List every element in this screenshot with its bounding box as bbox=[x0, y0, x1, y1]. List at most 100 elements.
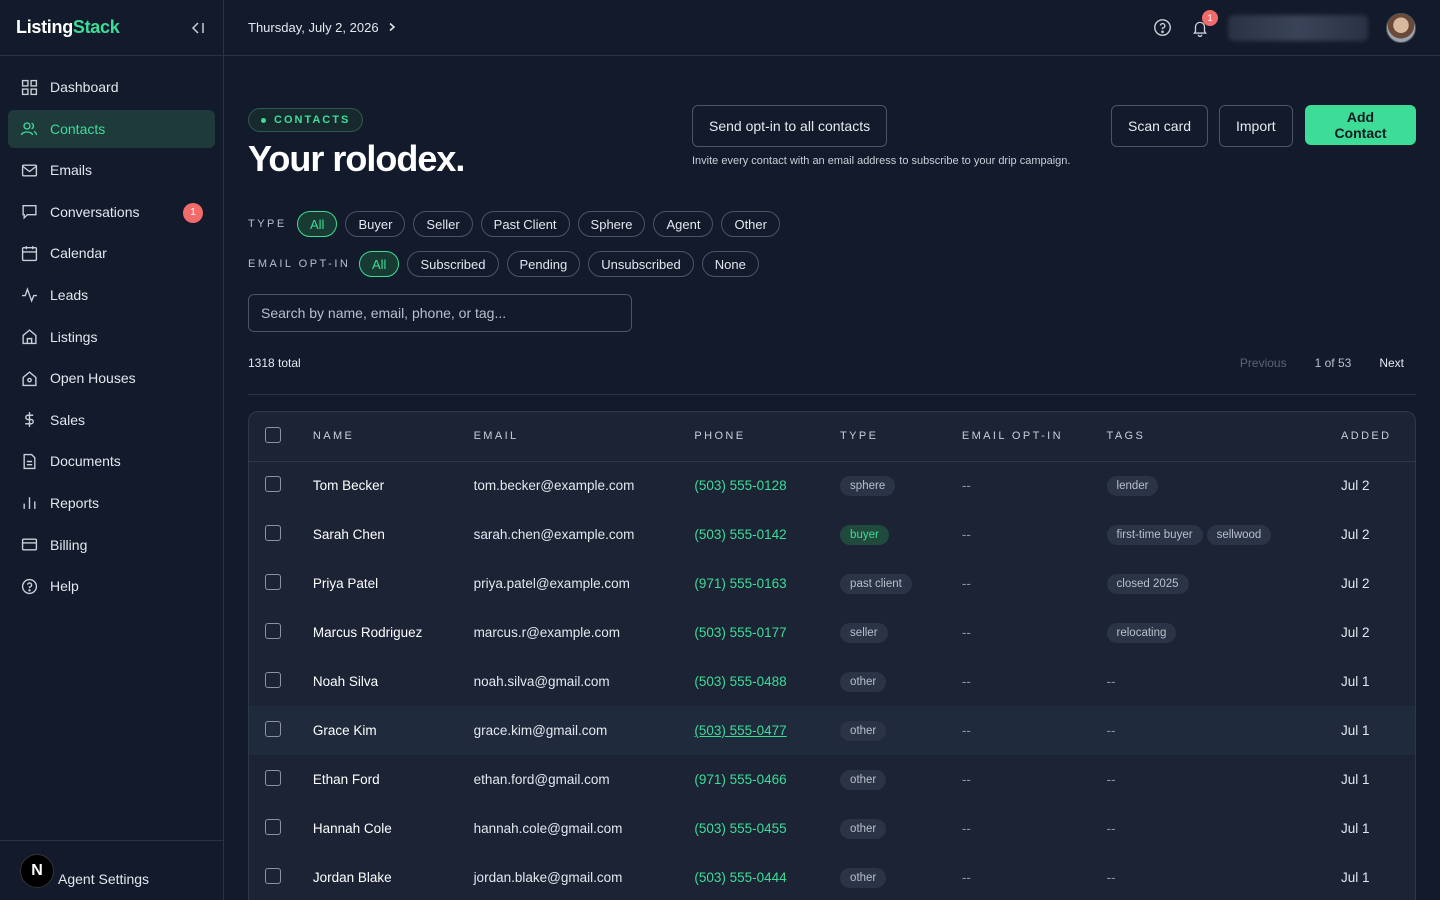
chip-type-all[interactable]: All bbox=[297, 211, 338, 237]
sidebar-item-open-houses[interactable]: Open Houses bbox=[8, 359, 215, 397]
optin-status: -- bbox=[961, 821, 971, 836]
date-selector[interactable]: Thursday, July 2, 2026 bbox=[248, 20, 397, 35]
chip-optin-subscribed[interactable]: Subscribed bbox=[407, 251, 499, 277]
table-row[interactable]: Priya Patel priya.patel@example.com (971… bbox=[249, 559, 1415, 608]
collapse-sidebar-icon[interactable] bbox=[189, 19, 207, 37]
row-checkbox[interactable] bbox=[265, 770, 281, 786]
sidebar-item-reports[interactable]: Reports bbox=[8, 484, 215, 522]
contact-phone[interactable]: (503) 555-0444 bbox=[694, 853, 840, 900]
table-row[interactable]: Ethan Ford ethan.ford@gmail.com (971) 55… bbox=[249, 755, 1415, 804]
contact-name[interactable]: Hannah Cole bbox=[313, 804, 474, 853]
send-optin-button[interactable]: Send opt-in to all contacts bbox=[692, 105, 888, 147]
contact-name[interactable]: Marcus Rodriguez bbox=[313, 608, 474, 657]
optin-status: -- bbox=[961, 674, 971, 689]
chip-type-other[interactable]: Other bbox=[721, 211, 780, 237]
divider bbox=[248, 394, 1416, 395]
contact-phone[interactable]: (971) 555-0163 bbox=[694, 559, 840, 608]
table-row[interactable]: Noah Silva noah.silva@gmail.com (503) 55… bbox=[249, 657, 1415, 706]
contact-name[interactable]: Tom Becker bbox=[313, 461, 474, 510]
sidebar-item-label: Dashboard bbox=[50, 79, 119, 95]
add-contact-button[interactable]: Add Contact bbox=[1305, 105, 1416, 145]
sidebar: ListingStack Dashboard Contacts Emails C… bbox=[0, 0, 224, 900]
column-header-tags[interactable]: TAGS bbox=[1107, 412, 1341, 461]
row-checkbox[interactable] bbox=[265, 868, 281, 884]
sidebar-item-contacts[interactable]: Contacts bbox=[8, 109, 215, 148]
tag-badge: first-time buyer bbox=[1106, 524, 1203, 545]
mail-icon bbox=[20, 161, 38, 179]
sidebar-item-dashboard[interactable]: Dashboard bbox=[8, 68, 215, 106]
table-row[interactable]: Grace Kim grace.kim@gmail.com (503) 555-… bbox=[249, 706, 1415, 755]
contact-name[interactable]: Priya Patel bbox=[313, 559, 474, 608]
agent-settings[interactable]: N Agent Settings bbox=[0, 840, 223, 900]
column-header-phone[interactable]: PHONE bbox=[694, 412, 840, 461]
type-badge: other bbox=[840, 818, 887, 839]
contact-name[interactable]: Ethan Ford bbox=[313, 755, 474, 804]
row-checkbox[interactable] bbox=[265, 672, 281, 688]
brand-logo[interactable]: ListingStack bbox=[16, 17, 120, 38]
chip-type-agent[interactable]: Agent bbox=[653, 211, 714, 237]
chip-optin-all[interactable]: All bbox=[359, 251, 400, 277]
row-checkbox[interactable] bbox=[265, 819, 281, 835]
help-icon[interactable] bbox=[1152, 18, 1172, 38]
select-all-checkbox[interactable] bbox=[265, 426, 281, 443]
next-page-button[interactable]: Next bbox=[1379, 356, 1404, 370]
contact-name[interactable]: Sarah Chen bbox=[313, 510, 474, 559]
chip-type-buyer[interactable]: Buyer bbox=[345, 211, 406, 237]
sidebar-item-help[interactable]: Help bbox=[8, 567, 215, 605]
contact-phone[interactable]: (503) 555-0142 bbox=[694, 510, 840, 559]
import-button[interactable]: Import bbox=[1219, 105, 1293, 147]
tags-empty: -- bbox=[1106, 821, 1116, 836]
row-checkbox[interactable] bbox=[265, 574, 281, 590]
column-header-type[interactable]: TYPE bbox=[840, 412, 962, 461]
house-icon bbox=[20, 369, 38, 387]
table-row[interactable]: Hannah Cole hannah.cole@gmail.com (503) … bbox=[249, 804, 1415, 853]
contact-phone[interactable]: (503) 555-0455 bbox=[694, 804, 840, 853]
row-checkbox[interactable] bbox=[265, 476, 281, 493]
sidebar-item-leads[interactable]: Leads bbox=[8, 276, 215, 314]
chip-type-sphere[interactable]: Sphere bbox=[577, 211, 646, 237]
search-input[interactable] bbox=[248, 294, 632, 332]
sidebar-item-calendar[interactable]: Calendar bbox=[8, 234, 215, 272]
bell-icon[interactable]: 1 bbox=[1190, 9, 1218, 38]
sidebar-item-conversations[interactable]: Conversations 1 bbox=[8, 193, 215, 231]
contact-phone[interactable]: (971) 555-0466 bbox=[694, 755, 840, 804]
chip-type-seller[interactable]: Seller bbox=[413, 211, 473, 237]
contact-phone[interactable]: (503) 555-0128 bbox=[694, 461, 840, 510]
column-header-added[interactable]: ADDED bbox=[1341, 412, 1415, 461]
chip-optin-none[interactable]: None bbox=[701, 251, 759, 277]
scan-card-button[interactable]: Scan card bbox=[1111, 105, 1209, 147]
sidebar-item-billing[interactable]: Billing bbox=[8, 526, 215, 564]
added-date: Jul 2 bbox=[1341, 625, 1370, 640]
row-checkbox[interactable] bbox=[265, 525, 281, 541]
user-name-blurred[interactable] bbox=[1228, 14, 1368, 41]
table-row[interactable]: Tom Becker tom.becker@example.com (503) … bbox=[249, 461, 1415, 510]
contact-email: ethan.ford@gmail.com bbox=[473, 772, 610, 787]
table-row[interactable]: Sarah Chen sarah.chen@example.com (503) … bbox=[249, 510, 1415, 559]
contact-name[interactable]: Noah Silva bbox=[313, 657, 474, 706]
chip-optin-pending[interactable]: Pending bbox=[506, 251, 581, 277]
added-date: Jul 1 bbox=[1341, 772, 1370, 787]
sidebar-item-sales[interactable]: Sales bbox=[8, 401, 215, 439]
contact-email: marcus.r@example.com bbox=[473, 625, 621, 640]
column-header-email[interactable]: EMAIL bbox=[474, 412, 695, 461]
contact-phone[interactable]: (503) 555-0177 bbox=[694, 608, 840, 657]
sidebar-item-label: Sales bbox=[50, 411, 86, 428]
chip-optin-unsubscribed[interactable]: Unsubscribed bbox=[588, 251, 694, 277]
previous-page-button[interactable]: Previous bbox=[1240, 356, 1287, 370]
sidebar-item-emails[interactable]: Emails bbox=[8, 151, 215, 189]
table-row[interactable]: Jordan Blake jordan.blake@gmail.com (503… bbox=[249, 853, 1415, 900]
column-header-optin[interactable]: EMAIL OPT-IN bbox=[962, 412, 1107, 461]
chip-type-past-client[interactable]: Past Client bbox=[480, 211, 570, 237]
contact-name[interactable]: Grace Kim bbox=[313, 706, 474, 755]
sidebar-item-label: Documents bbox=[50, 453, 121, 470]
user-avatar[interactable] bbox=[1386, 12, 1416, 43]
contact-phone[interactable]: (503) 555-0477 bbox=[694, 706, 840, 755]
contact-name[interactable]: Jordan Blake bbox=[313, 853, 474, 900]
row-checkbox[interactable] bbox=[265, 721, 281, 737]
sidebar-item-listings[interactable]: Listings bbox=[8, 318, 215, 356]
contact-phone[interactable]: (503) 555-0488 bbox=[694, 657, 840, 706]
row-checkbox[interactable] bbox=[265, 623, 281, 639]
table-row[interactable]: Marcus Rodriguez marcus.r@example.com (5… bbox=[249, 608, 1415, 657]
column-header-name[interactable]: NAME bbox=[313, 412, 474, 461]
sidebar-item-documents[interactable]: Documents bbox=[8, 442, 215, 480]
